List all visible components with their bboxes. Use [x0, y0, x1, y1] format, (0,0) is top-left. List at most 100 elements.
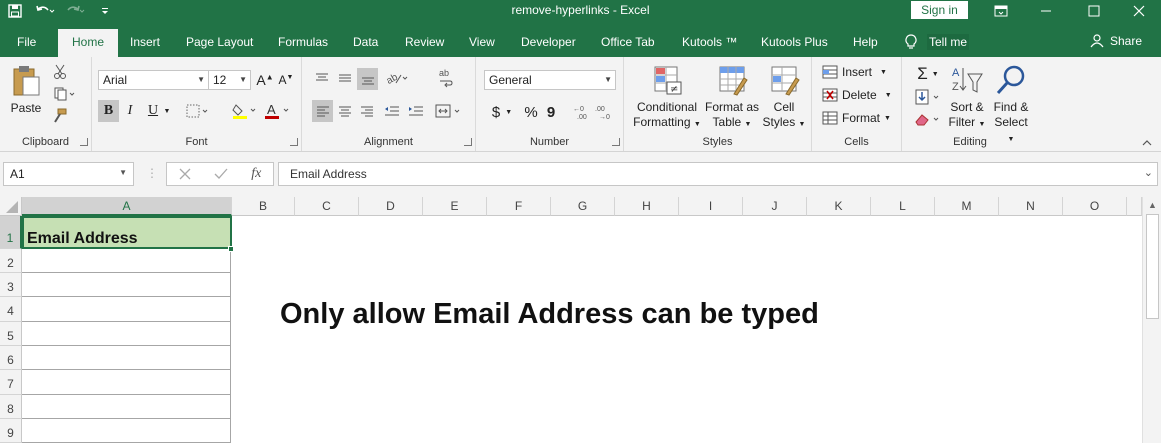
align-left-button[interactable]	[312, 100, 333, 122]
increase-indent-button[interactable]	[405, 100, 427, 122]
ribbon-display-button[interactable]	[978, 0, 1023, 22]
undo-button[interactable]	[30, 0, 60, 22]
align-right-button[interactable]	[357, 100, 377, 122]
insert-function-icon[interactable]: fx	[251, 166, 261, 182]
row-header-9[interactable]: 9	[0, 419, 22, 443]
cut-button[interactable]	[50, 63, 70, 81]
format-as-table-button[interactable]: Format as Table ▼	[704, 64, 760, 132]
redo-button[interactable]	[60, 0, 90, 22]
autosum-button[interactable]: Σ ▼	[912, 63, 944, 85]
enter-icon[interactable]	[214, 168, 228, 180]
orientation-button[interactable]: ab	[384, 68, 412, 88]
number-format-combo[interactable]: General ▼	[484, 70, 616, 90]
row-header-3[interactable]: 3	[0, 273, 22, 297]
borders-button[interactable]	[184, 100, 212, 122]
cell-a4[interactable]	[22, 297, 231, 322]
customize-qat-button[interactable]	[90, 0, 120, 22]
font-color-button[interactable]: A	[262, 100, 294, 122]
column-header-m[interactable]: M	[935, 197, 999, 216]
align-center-button[interactable]	[335, 100, 355, 122]
collapse-ribbon-button[interactable]	[1140, 137, 1154, 149]
cell-a7[interactable]	[22, 370, 231, 395]
tell-me-search[interactable]: Tell me	[905, 34, 970, 50]
increase-font-button[interactable]: A▲	[255, 70, 275, 90]
tab-formulas[interactable]: Formulas	[278, 35, 328, 49]
find-select-button[interactable]: Find & Select ▼	[990, 64, 1032, 147]
column-header-k[interactable]: K	[807, 197, 871, 216]
font-size-combo[interactable]: 12 ▼	[208, 70, 251, 90]
sign-in-button[interactable]: Sign in	[911, 1, 968, 19]
underline-button[interactable]: U	[144, 100, 162, 122]
column-header-c[interactable]: C	[295, 197, 359, 216]
clear-button[interactable]	[912, 109, 944, 129]
delete-cells-button[interactable]: Delete ▼	[822, 88, 892, 102]
conditional-formatting-button[interactable]: ≠ Conditional Formatting ▼	[632, 64, 702, 132]
row-header-7[interactable]: 7	[0, 370, 22, 395]
merge-center-button[interactable]	[433, 100, 465, 122]
formula-input[interactable]: Email Address ⌄	[278, 162, 1158, 186]
cell-a5[interactable]	[22, 322, 231, 346]
top-align-button[interactable]	[312, 68, 332, 88]
tab-kutools-plus[interactable]: Kutools Plus	[761, 35, 828, 49]
format-painter-button[interactable]	[50, 107, 70, 125]
alignment-dialog-launcher[interactable]	[464, 138, 472, 146]
share-button[interactable]: Share	[1090, 34, 1142, 48]
font-dialog-launcher[interactable]	[290, 138, 298, 146]
column-header-o[interactable]: O	[1063, 197, 1127, 216]
paste-button[interactable]: Paste	[8, 65, 44, 116]
increase-decimal-button[interactable]: ←0.00	[572, 101, 592, 123]
maximize-button[interactable]	[1071, 0, 1116, 22]
middle-align-button[interactable]	[335, 68, 355, 88]
close-button[interactable]	[1116, 0, 1161, 22]
tab-home[interactable]: Home	[58, 29, 119, 57]
tab-review[interactable]: Review	[405, 35, 444, 49]
insert-cells-button[interactable]: Insert ▼	[822, 65, 887, 79]
decrease-font-button[interactable]: A▼	[276, 70, 296, 90]
row-header-1[interactable]: 1	[0, 216, 22, 249]
column-header-d[interactable]: D	[359, 197, 423, 216]
cell-styles-button[interactable]: Cell Styles ▼	[762, 64, 806, 132]
row-header-8[interactable]: 8	[0, 395, 22, 419]
percent-style-button[interactable]: %	[521, 101, 541, 123]
column-header-b[interactable]: B	[232, 197, 295, 216]
fill-handle[interactable]	[228, 246, 234, 252]
scroll-up-icon[interactable]: ▲	[1148, 200, 1157, 210]
tab-kutools[interactable]: Kutools ™	[682, 35, 737, 49]
cancel-icon[interactable]	[179, 168, 191, 180]
tab-office-tab[interactable]: Office Tab	[601, 35, 655, 49]
minimize-button[interactable]	[1023, 0, 1068, 22]
number-dialog-launcher[interactable]	[612, 138, 620, 146]
font-name-combo[interactable]: Arial ▼	[98, 70, 209, 90]
cell-a2[interactable]	[22, 249, 231, 273]
cell-a6[interactable]	[22, 346, 231, 370]
row-header-6[interactable]: 6	[0, 346, 22, 370]
cell-a1[interactable]: Email Address	[22, 216, 232, 249]
bold-button[interactable]: B	[98, 100, 119, 122]
vertical-scrollbar[interactable]: ▲	[1142, 197, 1161, 443]
wrap-text-button[interactable]: ab	[435, 66, 457, 90]
decrease-indent-button[interactable]	[381, 100, 403, 122]
tab-view[interactable]: View	[469, 35, 495, 49]
cell-a9[interactable]	[22, 419, 231, 443]
column-header-e[interactable]: E	[423, 197, 487, 216]
tab-insert[interactable]: Insert	[130, 35, 160, 49]
cell-a3[interactable]	[22, 273, 231, 297]
bottom-align-button[interactable]	[357, 68, 378, 90]
tab-page-layout[interactable]: Page Layout	[186, 35, 253, 49]
column-header-i[interactable]: I	[679, 197, 743, 216]
underline-dropdown[interactable]: ▼	[162, 100, 172, 122]
format-cells-button[interactable]: Format ▼	[822, 111, 891, 125]
column-header-l[interactable]: L	[871, 197, 935, 216]
scrollbar-thumb[interactable]	[1146, 214, 1159, 319]
fill-color-button[interactable]	[230, 100, 260, 122]
column-header-f[interactable]: F	[487, 197, 551, 216]
row-header-4[interactable]: 4	[0, 297, 22, 322]
decrease-decimal-button[interactable]: .00 →0	[594, 101, 614, 123]
cell-a8[interactable]	[22, 395, 231, 419]
column-header-g[interactable]: G	[551, 197, 615, 216]
row-header-5[interactable]: 5	[0, 322, 22, 346]
tab-developer[interactable]: Developer	[521, 35, 576, 49]
tab-help[interactable]: Help	[853, 35, 878, 49]
name-box[interactable]: A1 ▼	[3, 162, 134, 186]
column-header-n[interactable]: N	[999, 197, 1063, 216]
